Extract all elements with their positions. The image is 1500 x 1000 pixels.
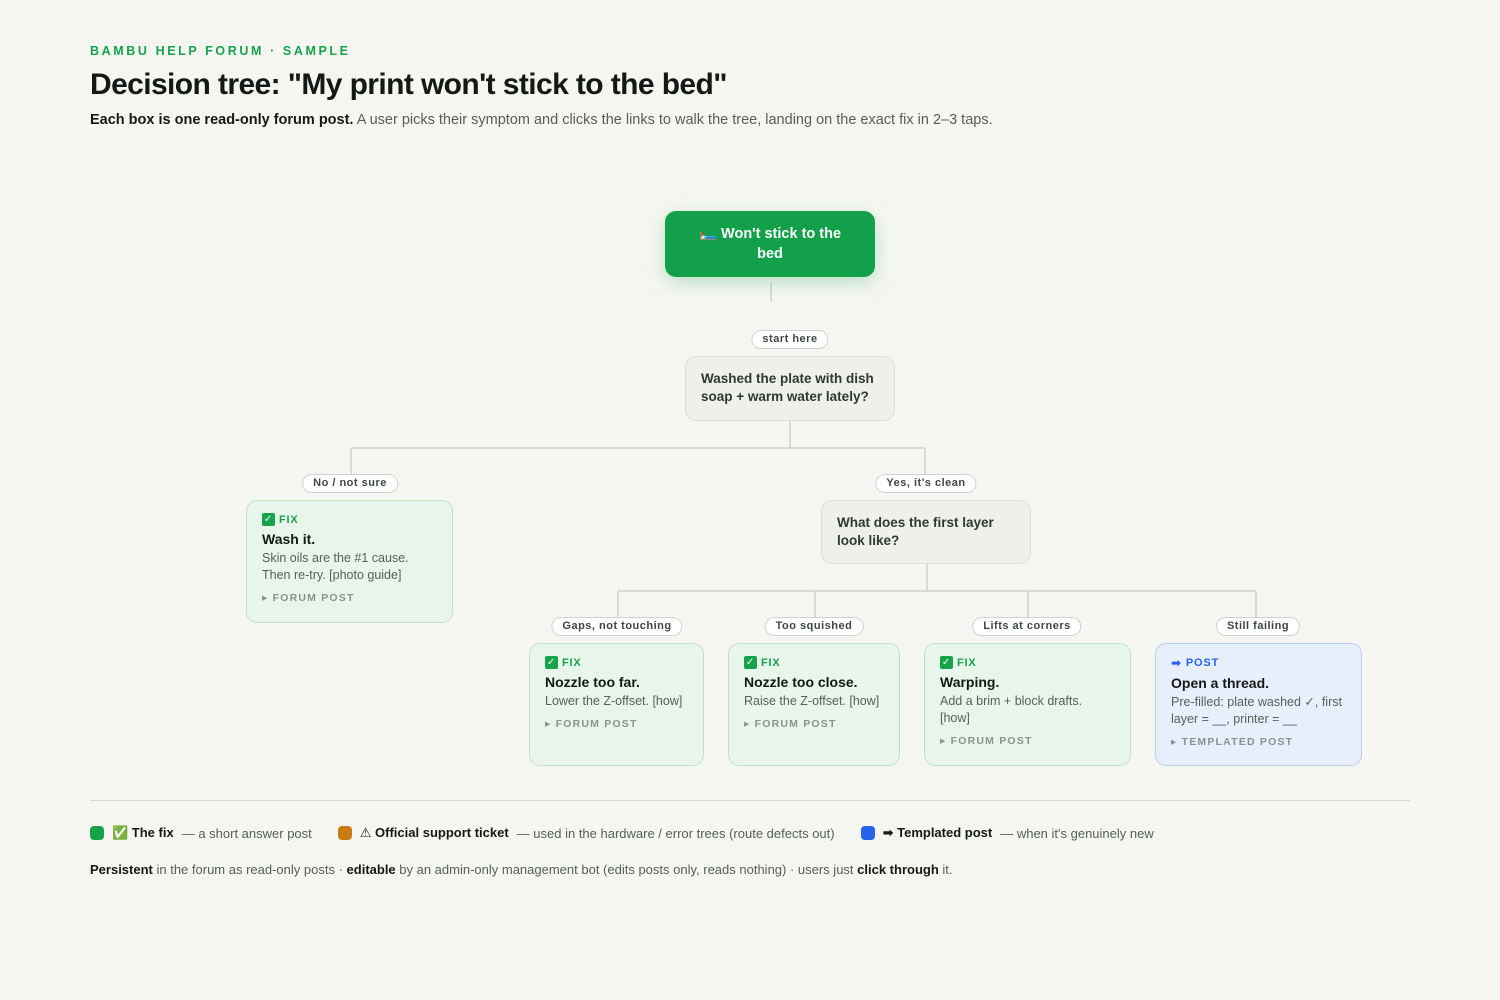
fix-tag: ✓ FIX [545, 656, 688, 669]
note-editable: editable [346, 862, 396, 877]
fix-footer: ▸ FORUM POST [545, 718, 638, 730]
legend-ticket-label: ⚠ Official support ticket [359, 825, 509, 840]
fix-tag: ✓ FIX [744, 656, 884, 669]
checkmark-icon: ✓ [940, 656, 953, 669]
fix-description: Add a brim + block drafts. [how] [940, 694, 1083, 725]
fix-description: Lower the Z-offset. [how] [545, 694, 683, 708]
tree-connectors [350, 282, 1257, 618]
fix-title: Nozzle too close. [744, 674, 858, 690]
branch-yes-clean[interactable]: Yes, it's clean [875, 474, 977, 493]
fix-description: Skin oils are the #1 cause. Then re-try.… [262, 551, 409, 582]
post-tag-label: POST [1185, 657, 1220, 669]
fix-wash-it[interactable]: ✓ FIX Wash it. Skin oils are the #1 cause… [246, 500, 453, 623]
start-here-label: start here [751, 330, 829, 349]
fix-description: Raise the Z-offset. [how] [744, 694, 880, 708]
root-label: Won't stick to the bed [721, 226, 842, 262]
question-first-layer[interactable]: What does the first layer look like? [821, 500, 1031, 564]
post-title: Open a thread. [1171, 675, 1270, 691]
fix-tag-label: FIX [761, 656, 781, 669]
branch-still-failing[interactable]: Still failing [1215, 617, 1301, 636]
fix-tag-label: FIX [562, 656, 582, 669]
root-node[interactable]: 🛏️ Won't stick to the bed [665, 211, 875, 277]
post-description: Pre-filled: plate washed ✓, first layer … [1171, 695, 1342, 726]
legend-ticket-swatch [337, 826, 352, 840]
note-persistent: Persistent [90, 862, 153, 877]
note-text-3: it. [938, 862, 953, 877]
legend-post-label: ➡ Templated post [882, 825, 993, 840]
branch-gaps[interactable]: Gaps, not touching [551, 617, 683, 636]
branch-lifts-corners[interactable]: Lifts at corners [972, 617, 1082, 636]
checkmark-icon: ✓ [545, 656, 558, 669]
post-footer: ▸ TEMPLATED POST [1171, 736, 1294, 748]
legend: ✅ The fix — a short answer post ⚠ Offici… [90, 825, 1180, 841]
post-tag: ➡ POST [1171, 656, 1346, 670]
question-wash-plate-text: Washed the plate with dish soap + warm w… [701, 371, 874, 404]
fix-tag: ✓ FIX [262, 513, 437, 526]
fix-tag-label: FIX [279, 513, 299, 526]
checkmark-icon: ✓ [744, 656, 757, 669]
fix-tag-label: FIX [957, 656, 977, 669]
question-wash-plate[interactable]: Washed the plate with dish soap + warm w… [685, 356, 895, 421]
fix-nozzle-too-far[interactable]: ✓ FIX Nozzle too far. Lower the Z-offset.… [529, 643, 704, 766]
branch-too-squished[interactable]: Too squished [764, 617, 864, 636]
bed-icon: 🛏️ [698, 226, 718, 242]
note-text-1: in the forum as read-only posts · [152, 862, 347, 877]
legend-fix-desc: — a short answer post [181, 825, 312, 841]
fix-footer: ▸ FORUM POST [940, 735, 1033, 747]
legend-fix: ✅ The fix — a short answer post [90, 825, 312, 841]
legend-post-swatch [860, 826, 875, 840]
legend-ticket-desc: — used in the hardware / error trees (ro… [516, 825, 835, 841]
fix-tag: ✓ FIX [940, 656, 1115, 669]
post-open-thread[interactable]: ➡ POST Open a thread. Pre-filled: plate w… [1155, 643, 1362, 766]
fix-title: Nozzle too far. [545, 674, 640, 690]
legend-fix-swatch [90, 826, 104, 840]
fix-footer: ▸ FORUM POST [744, 718, 837, 730]
branch-no-not-sure[interactable]: No / not sure [302, 474, 398, 493]
fix-title: Warping. [940, 674, 1000, 690]
checkmark-icon: ✓ [262, 513, 275, 526]
legend-ticket: ⚠ Official support ticket — used in the … [337, 825, 835, 841]
note-click-through: click through [857, 862, 939, 877]
divider [90, 800, 1410, 801]
legend-post: ➡ Templated post — when it's genuinely n… [860, 825, 1154, 841]
arrow-right-icon: ➡ [1171, 656, 1182, 670]
legend-post-desc: — when it's genuinely new [1000, 825, 1154, 841]
fix-footer: ▸ FORUM POST [262, 592, 355, 604]
question-first-layer-text: What does the first layer look like? [837, 515, 994, 548]
fix-nozzle-too-close[interactable]: ✓ FIX Nozzle too close. Raise the Z-offse… [728, 643, 900, 766]
legend-fix-label: ✅ The fix [112, 825, 174, 840]
note-text-2: by an admin-only management bot (edits p… [395, 862, 858, 877]
fix-warping[interactable]: ✓ FIX Warping. Add a brim + block drafts.… [924, 643, 1131, 766]
fix-title: Wash it. [262, 531, 316, 547]
persistence-note: Persistent in the forum as read-only pos… [90, 862, 953, 877]
